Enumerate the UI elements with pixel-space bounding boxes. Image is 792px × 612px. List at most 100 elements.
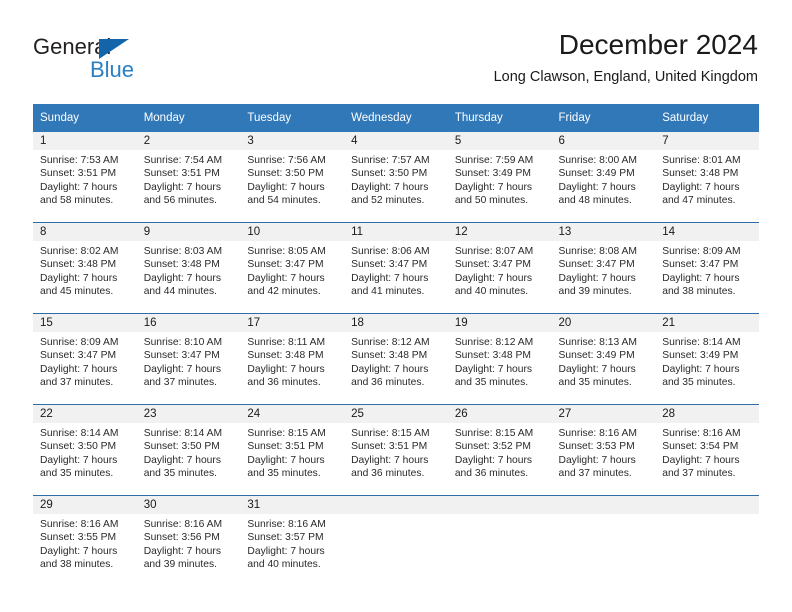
day-details: Sunrise: 8:02 AM Sunset: 3:48 PM Daylight:… xyxy=(33,241,137,299)
day-details: Sunrise: 8:09 AM Sunset: 3:47 PM Daylight:… xyxy=(655,241,759,299)
sunrise-text: Sunrise: 7:54 AM xyxy=(143,155,223,166)
day-cell[interactable]: 14 Sunrise: 8:09 AM Sunset: 3:47 PM Dayligh… xyxy=(655,222,759,314)
sunset-text: Sunset: 3:47 PM xyxy=(143,350,220,362)
day-cell[interactable]: 12 Sunrise: 8:07 AM Sunset: 3:47 PM Dayligh… xyxy=(447,222,552,314)
day-cell[interactable]: 6 Sunrise: 8:00 AM Sunset: 3:49 PM Daylight… xyxy=(551,132,656,223)
daylight-text-line1: Daylight: 7 hours xyxy=(351,272,429,284)
day-number: 14 xyxy=(655,223,759,241)
daylight-text-line1: Daylight: 7 hours xyxy=(454,181,533,193)
day-cell[interactable]: 13 Sunrise: 8:08 AM Sunset: 3:47 PM Dayligh… xyxy=(551,222,656,314)
general-blue-logo[interactable]: General Blue xyxy=(33,34,233,86)
weekday-header-tuesday: Tuesday xyxy=(240,104,345,132)
day-cell[interactable]: 2 Sunrise: 7:54 AM Sunset: 3:51 PM Daylight… xyxy=(136,132,241,223)
day-number: 2 xyxy=(136,132,241,150)
day-number: 20 xyxy=(551,314,656,332)
sunrise-text: Sunrise: 8:11 AM xyxy=(247,337,326,348)
day-cell[interactable]: 30 Sunrise: 8:16 AM Sunset: 3:56 PM Dayligh… xyxy=(136,495,241,586)
page-subtitle: Long Clawson, England, United Kingdom xyxy=(493,69,758,85)
day-number: 8 xyxy=(33,223,137,241)
day-number: 18 xyxy=(344,314,448,332)
sunrise-text: Sunrise: 8:12 AM xyxy=(454,337,534,348)
daylight-text-line2: and 36 minutes. xyxy=(351,377,425,389)
day-number: 23 xyxy=(136,405,241,423)
day-cell[interactable]: 29 Sunrise: 8:16 AM Sunset: 3:55 PM Dayligh… xyxy=(33,495,137,586)
sunrise-text: Sunrise: 7:59 AM xyxy=(454,155,534,166)
day-number: 1 xyxy=(33,132,137,150)
day-cell[interactable]: 8 Sunrise: 8:02 AM Sunset: 3:48 PM Daylight… xyxy=(33,222,137,314)
day-number: 27 xyxy=(551,405,656,423)
day-cell[interactable]: 26 Sunrise: 8:15 AM Sunset: 3:52 PM Dayligh… xyxy=(447,404,552,496)
day-details: Sunrise: 8:05 AM Sunset: 3:47 PM Daylight:… xyxy=(240,241,344,299)
day-details: Sunrise: 8:14 AM Sunset: 3:49 PM Daylight:… xyxy=(655,332,759,390)
calendar-week-row: 1 Sunrise: 7:53 AM Sunset: 3:51 PM Daylight… xyxy=(33,132,759,223)
sunset-text: Sunset: 3:47 PM xyxy=(247,259,324,271)
day-cell[interactable]: 19 Sunrise: 8:12 AM Sunset: 3:48 PM Dayligh… xyxy=(447,313,552,405)
day-number: 15 xyxy=(33,314,137,332)
daylight-text-line2: and 58 minutes. xyxy=(40,195,114,207)
day-number: 22 xyxy=(33,405,137,423)
day-cell[interactable]: 21 Sunrise: 8:14 AM Sunset: 3:49 PM Dayligh… xyxy=(655,313,759,405)
sunrise-text: Sunrise: 8:05 AM xyxy=(247,246,326,257)
day-cell[interactable]: 23 Sunrise: 8:14 AM Sunset: 3:50 PM Dayligh… xyxy=(136,404,241,496)
day-cell[interactable]: 17 Sunrise: 8:11 AM Sunset: 3:48 PM Dayligh… xyxy=(240,313,345,405)
sunrise-text: Sunrise: 8:12 AM xyxy=(351,337,430,348)
daylight-text-line1: Daylight: 7 hours xyxy=(143,181,221,193)
weekday-header-saturday: Saturday xyxy=(655,104,759,132)
calendar-week-row: 29 Sunrise: 8:16 AM Sunset: 3:55 PM Dayligh… xyxy=(33,495,759,586)
sunrise-text: Sunrise: 8:03 AM xyxy=(143,246,223,257)
daylight-text-line1: Daylight: 7 hours xyxy=(40,454,118,466)
day-number: 6 xyxy=(551,132,656,150)
sunset-text: Sunset: 3:47 PM xyxy=(351,259,428,271)
day-cell[interactable]: 18 Sunrise: 8:12 AM Sunset: 3:48 PM Dayligh… xyxy=(344,313,448,405)
calendar-week-row: 22 Sunrise: 8:14 AM Sunset: 3:50 PM Dayligh… xyxy=(33,404,759,496)
sunrise-text: Sunrise: 8:16 AM xyxy=(662,428,741,439)
day-cell[interactable]: 25 Sunrise: 8:15 AM Sunset: 3:51 PM Dayligh… xyxy=(344,404,448,496)
day-number: 21 xyxy=(655,314,759,332)
day-cell[interactable]: 11 Sunrise: 8:06 AM Sunset: 3:47 PM Dayligh… xyxy=(344,222,448,314)
daylight-text-line1: Daylight: 7 hours xyxy=(662,272,740,284)
day-cell[interactable]: 15 Sunrise: 8:09 AM Sunset: 3:47 PM Dayligh… xyxy=(33,313,137,405)
day-cell[interactable]: 22 Sunrise: 8:14 AM Sunset: 3:50 PM Dayligh… xyxy=(33,404,137,496)
daylight-text-line2: and 48 minutes. xyxy=(558,195,632,207)
daylight-text-line2: and 35 minutes. xyxy=(454,377,529,389)
day-number xyxy=(551,496,656,514)
sunrise-text: Sunrise: 8:02 AM xyxy=(40,246,119,257)
calendar-body: 1 Sunrise: 7:53 AM Sunset: 3:51 PM Daylight… xyxy=(33,132,759,586)
day-number xyxy=(344,496,448,514)
day-details: Sunrise: 8:10 AM Sunset: 3:47 PM Daylight:… xyxy=(137,332,241,390)
daylight-text-line1: Daylight: 7 hours xyxy=(143,454,221,466)
day-details: Sunrise: 8:07 AM Sunset: 3:47 PM Daylight:… xyxy=(448,241,552,299)
day-cell[interactable]: 3 Sunrise: 7:56 AM Sunset: 3:50 PM Daylight… xyxy=(240,132,345,223)
daylight-text-line2: and 41 minutes. xyxy=(351,286,425,298)
day-cell[interactable]: 24 Sunrise: 8:15 AM Sunset: 3:51 PM Dayligh… xyxy=(240,404,345,496)
day-cell[interactable]: 7 Sunrise: 8:01 AM Sunset: 3:48 PM Daylight… xyxy=(655,132,759,223)
day-cell[interactable]: 20 Sunrise: 8:13 AM Sunset: 3:49 PM Dayligh… xyxy=(551,313,656,405)
day-cell[interactable]: 10 Sunrise: 8:05 AM Sunset: 3:47 PM Dayligh… xyxy=(240,222,345,314)
day-details: Sunrise: 8:15 AM Sunset: 3:51 PM Daylight:… xyxy=(344,423,448,481)
sunset-text: Sunset: 3:47 PM xyxy=(558,259,635,271)
day-details: Sunrise: 8:15 AM Sunset: 3:51 PM Daylight:… xyxy=(240,423,344,481)
sunrise-text: Sunrise: 8:16 AM xyxy=(558,428,637,439)
daylight-text-line2: and 35 minutes. xyxy=(558,377,632,389)
day-cell[interactable]: 27 Sunrise: 8:16 AM Sunset: 3:53 PM Dayligh… xyxy=(551,404,656,496)
day-cell[interactable]: 28 Sunrise: 8:16 AM Sunset: 3:54 PM Dayligh… xyxy=(655,404,759,496)
sunrise-text: Sunrise: 8:16 AM xyxy=(247,519,326,530)
day-number: 11 xyxy=(344,223,448,241)
daylight-text-line2: and 35 minutes. xyxy=(143,468,217,480)
day-cell[interactable]: 31 Sunrise: 8:16 AM Sunset: 3:57 PM Dayligh… xyxy=(240,495,345,586)
daylight-text-line2: and 42 minutes. xyxy=(247,286,321,298)
day-cell[interactable]: 5 Sunrise: 7:59 AM Sunset: 3:49 PM Daylight… xyxy=(447,132,552,223)
sunset-text: Sunset: 3:47 PM xyxy=(40,350,117,362)
day-number: 4 xyxy=(344,132,448,150)
daylight-text-line2: and 56 minutes. xyxy=(143,195,217,207)
sunrise-text: Sunrise: 7:53 AM xyxy=(40,155,119,166)
day-cell[interactable]: 4 Sunrise: 7:57 AM Sunset: 3:50 PM Daylight… xyxy=(344,132,448,223)
day-cell[interactable]: 1 Sunrise: 7:53 AM Sunset: 3:51 PM Daylight… xyxy=(33,132,137,223)
day-details: Sunrise: 8:03 AM Sunset: 3:48 PM Daylight:… xyxy=(137,241,241,299)
day-number: 7 xyxy=(655,132,759,150)
day-cell[interactable]: 9 Sunrise: 8:03 AM Sunset: 3:48 PM Daylight… xyxy=(136,222,241,314)
day-cell[interactable]: 16 Sunrise: 8:10 AM Sunset: 3:47 PM Dayligh… xyxy=(136,313,241,405)
daylight-text-line2: and 35 minutes. xyxy=(247,468,321,480)
sunrise-text: Sunrise: 8:14 AM xyxy=(662,337,741,348)
daylight-text-line2: and 38 minutes. xyxy=(40,559,114,571)
